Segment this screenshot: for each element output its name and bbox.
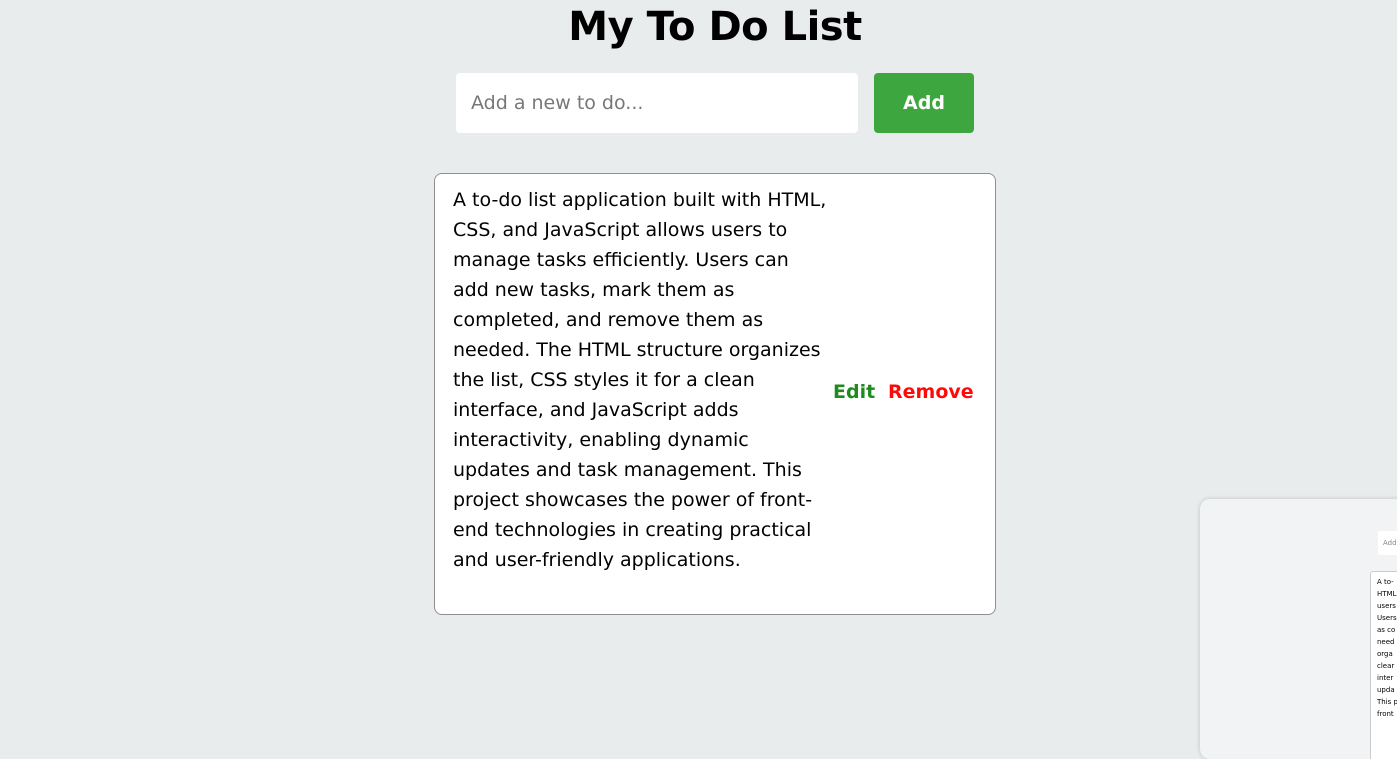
- todo-text: A to-do list application built with HTML…: [453, 189, 827, 571]
- mini-preview-input: Add: [1378, 531, 1397, 555]
- remove-button[interactable]: Remove: [888, 381, 974, 403]
- add-button[interactable]: Add: [874, 73, 974, 133]
- mini-window-preview[interactable]: Add A to- HTML users Users as co need or…: [1200, 499, 1397, 759]
- todo-item: A to-do list application built with HTML…: [434, 173, 996, 615]
- page-title: My To Do List: [568, 4, 862, 50]
- mini-preview-text: A to- HTML users Users as co need orga c…: [1377, 578, 1397, 718]
- mini-preview-card: A to- HTML users Users as co need orga c…: [1370, 571, 1397, 759]
- new-todo-input[interactable]: [456, 73, 858, 133]
- edit-button[interactable]: Edit: [833, 381, 875, 403]
